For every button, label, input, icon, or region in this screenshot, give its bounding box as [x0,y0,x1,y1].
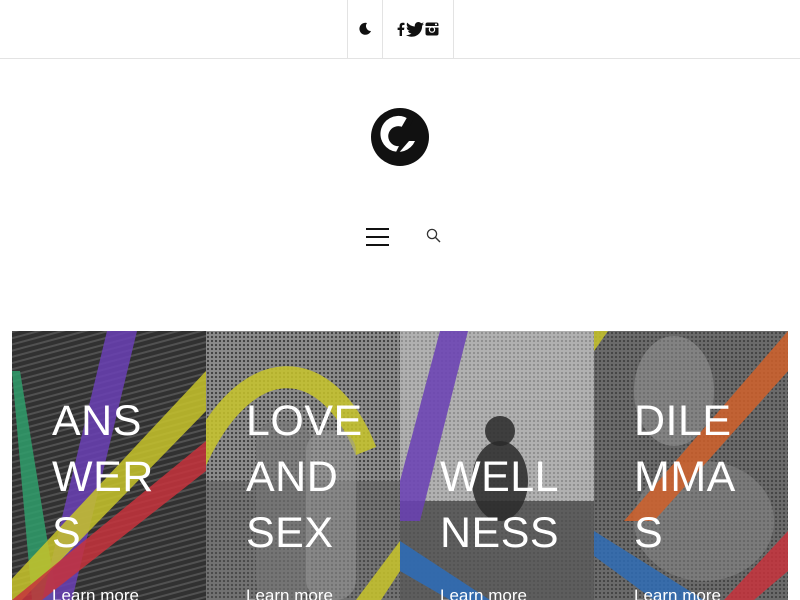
instagram-icon [425,22,439,36]
logo-icon [371,108,429,166]
search-icon [426,228,441,243]
instagram-link[interactable] [425,22,439,36]
top-bar [0,0,800,59]
moon-icon [359,22,371,35]
card-title: LOVE AND SEX [246,397,363,557]
search-button[interactable] [426,228,442,244]
hamburger-icon [366,228,389,246]
learn-more-link[interactable]: Learn more [246,586,333,600]
twitter-link[interactable] [406,21,424,37]
dark-mode-toggle[interactable] [347,0,382,58]
category-card-answers[interactable]: ANS WER S Learn more [12,331,206,600]
card-title: ANS WER S [52,397,154,557]
social-links [382,0,454,58]
category-cards: ANS WER S Learn more LOVE AND SEX Learn … [12,331,788,600]
learn-more-link[interactable]: Learn more [52,586,139,600]
category-card-wellness[interactable]: WELL NESS Learn more [400,331,594,600]
facebook-link[interactable] [397,22,405,36]
top-bar-tools [347,0,454,58]
category-card-love-and-sex[interactable]: LOVE AND SEX Learn more [206,331,400,600]
learn-more-link[interactable]: Learn more [440,586,527,600]
card-title: WELL NESS [440,453,560,557]
menu-toggle[interactable] [366,228,389,247]
category-card-dilemmas[interactable]: DILE MMA S Learn more [594,331,788,600]
site-logo[interactable] [371,108,429,166]
card-title: DILE MMA S [634,397,736,557]
twitter-icon [406,21,424,37]
learn-more-link[interactable]: Learn more [634,586,721,600]
facebook-icon [397,22,405,36]
